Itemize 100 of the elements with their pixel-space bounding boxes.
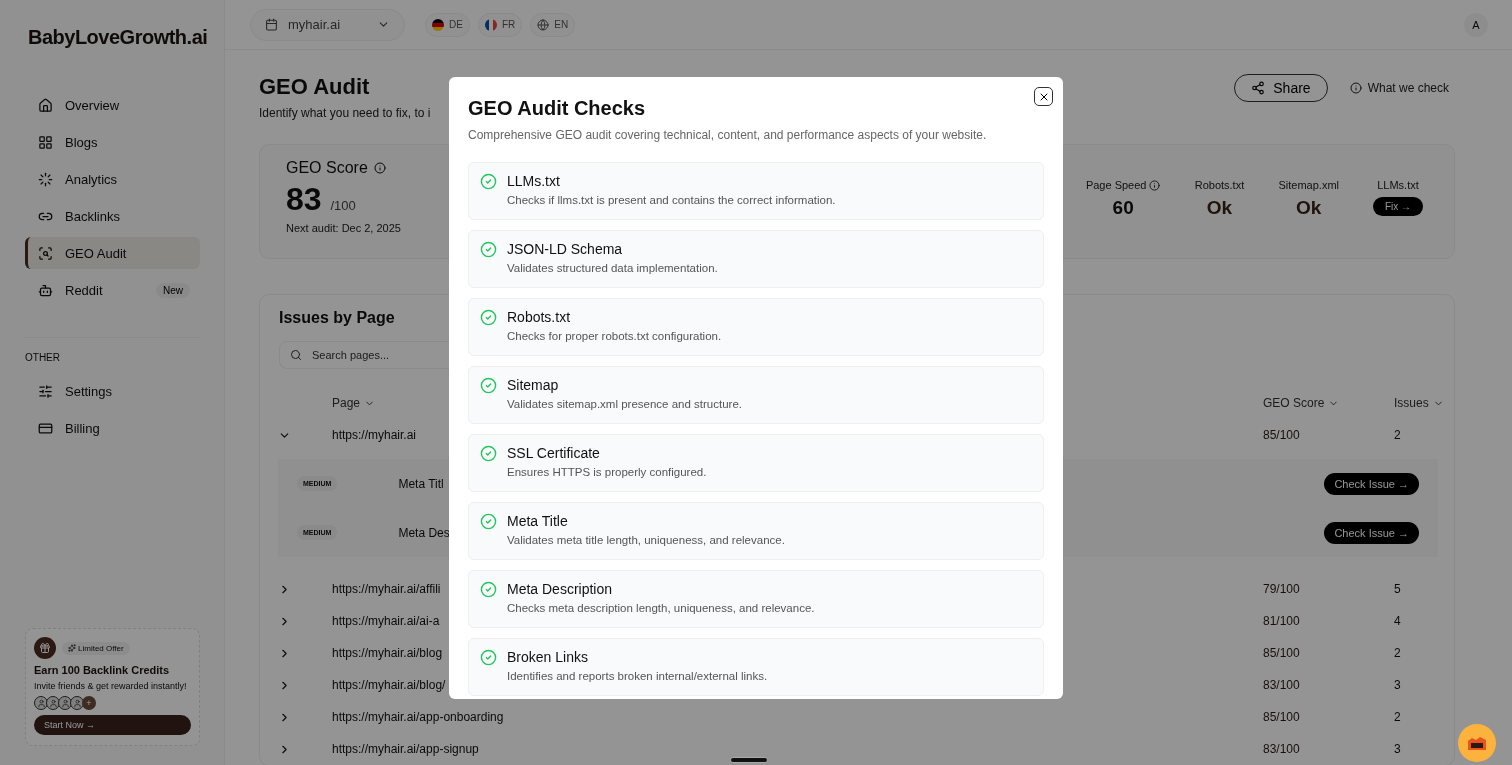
check-name: Meta Description — [507, 581, 614, 597]
sidebar-item[interactable]: Reddit New — [25, 274, 200, 306]
column-header[interactable]: Page — [332, 396, 361, 410]
dialog-title: GEO Audit Checks — [468, 97, 647, 120]
check-description: Checks if llms.txt is present and contains the correct information. — [507, 194, 836, 206]
check-description: Validates sitemap.xml presence and structure. — [507, 398, 742, 410]
check-name: Robots.txt — [507, 309, 572, 325]
metric-label: Page Speed — [1085, 179, 1147, 191]
issue-title: Meta Titl — [398, 476, 444, 491]
table-cell-text: 83/100 — [1263, 742, 1301, 756]
check-circle-icon — [480, 377, 497, 394]
start-now-button[interactable]: Start Now → — [34, 715, 191, 735]
share-button[interactable]: Share — [1234, 74, 1328, 102]
sidebar-item-label: Reddit — [65, 282, 103, 298]
sidebar-item-label: Settings — [65, 383, 112, 399]
sparkle-icon — [68, 644, 76, 652]
page-title: GEO Audit — [259, 74, 371, 100]
table-cell-text: 3 — [1394, 678, 1402, 692]
page-url: https://myhair.ai — [332, 428, 417, 442]
scroll-handle[interactable] — [730, 757, 768, 763]
page-url: https://myhair.ai/affili — [332, 582, 441, 596]
more-avatars: + — [82, 696, 96, 710]
ring-icon — [38, 171, 53, 187]
fix-button[interactable]: Fix → — [1372, 197, 1424, 216]
site-selector[interactable]: myhair.ai — [250, 8, 405, 41]
promo-title: Earn 100 Backlink Credits — [34, 664, 171, 676]
check-circle-icon — [480, 649, 497, 666]
sidebar-item-label: GEO Audit — [65, 245, 127, 261]
page-url: https://myhair.ai/app-signup — [332, 742, 479, 756]
what-we-check-button[interactable]: What we check — [1343, 80, 1455, 96]
check-issue-button[interactable]: Check Issue → — [1324, 472, 1419, 495]
score-label: GEO Score — [286, 159, 368, 177]
table-cell-text: 85/100 — [1263, 428, 1301, 442]
table-cell-text: 85/100 — [1263, 710, 1301, 724]
metric-label: LLMs.txt — [1377, 179, 1419, 191]
page-url: https://myhair.ai/blog — [332, 646, 443, 660]
avatar-icon — [58, 696, 72, 710]
table-cell-text: 83/100 — [1263, 678, 1301, 692]
info-icon — [1149, 179, 1161, 191]
sidebar-item[interactable]: Settings — [25, 375, 200, 407]
language-button[interactable]: EN — [530, 12, 576, 37]
check-circle-icon — [480, 581, 497, 598]
offer-tag-label: Limited Offer — [78, 643, 124, 653]
sidebar-item[interactable]: Billing — [25, 412, 200, 444]
issue-title: Meta Des — [398, 525, 450, 540]
page-url: https://myhair.ai/ai-a — [332, 614, 440, 628]
language-button[interactable]: DE — [425, 12, 470, 37]
bot-icon — [38, 282, 53, 298]
sidebar-item[interactable]: Analytics — [25, 163, 200, 195]
page-subtitle: Identify what you need to fix, to i — [259, 106, 431, 120]
avatar-icon — [34, 696, 48, 710]
sidebar-item-label: Billing — [65, 420, 100, 436]
close-button[interactable] — [1034, 87, 1053, 106]
check-description: Checks meta description length, uniqueness, and relevance. — [507, 602, 815, 614]
score-value: 83 /100 — [286, 181, 357, 218]
check-circle-icon — [480, 241, 497, 258]
sidebar-item[interactable]: Backlinks — [25, 200, 200, 232]
promo-text: Invite friends & get rewarded instantly! — [34, 681, 188, 691]
check-circle-icon — [480, 309, 497, 326]
page-url: https://myhair.ai/app-onboarding — [332, 710, 504, 724]
chat-logo-icon — [1468, 736, 1486, 750]
avatar-icon — [46, 696, 60, 710]
check-circle-icon — [480, 513, 497, 530]
flag-icon — [432, 18, 444, 31]
grid-icon — [38, 134, 53, 150]
dialog-description: Comprehensive GEO audit covering technical, content, and performance aspects of your website. — [468, 128, 988, 142]
table-cell-text: 3 — [1394, 742, 1402, 756]
card-icon — [38, 420, 53, 436]
sidebar-item-label: Backlinks — [65, 208, 120, 224]
page-url: https://myhair.ai/blog/ — [332, 678, 446, 692]
share-icon — [1251, 81, 1266, 95]
table-cell-text: 79/100 — [1263, 582, 1301, 596]
check-circle-icon — [480, 445, 497, 462]
sidebar-item-label: Overview — [65, 97, 120, 113]
metric-value: Ok — [1206, 197, 1233, 219]
language-button[interactable]: FR — [477, 12, 523, 37]
check-name: SSL Certificate — [507, 445, 601, 461]
sidebar-item[interactable]: Overview — [25, 89, 200, 121]
sidebar-item-label: Analytics — [65, 171, 118, 187]
check-name: Meta Title — [507, 513, 569, 529]
table-cell-text: 5 — [1394, 582, 1402, 596]
sidebar-item-label: Blogs — [65, 134, 98, 150]
sidebar-item[interactable]: Blogs — [25, 126, 200, 158]
user-avatar[interactable]: A — [1464, 12, 1488, 37]
chat-button[interactable] — [1458, 724, 1496, 762]
logo-text: BabyLoveGrowth.ai — [28, 26, 208, 49]
table-cell-text: 4 — [1394, 614, 1402, 628]
check-issue-button[interactable]: Check Issue → — [1324, 521, 1419, 544]
table-cell-text: 2 — [1394, 646, 1402, 660]
new-badge: New — [156, 282, 190, 298]
globe-icon — [537, 18, 550, 31]
section-title: Issues by Page — [279, 309, 395, 327]
metric-label: Robots.txt — [1194, 179, 1245, 191]
table-cell-text: 81/100 — [1263, 614, 1301, 628]
sidebar-item[interactable]: GEO Audit — [25, 237, 200, 269]
column-header[interactable]: Issues — [1394, 396, 1429, 410]
metric-label: Sitemap.xml — [1278, 179, 1339, 191]
column-header[interactable]: GEO Score — [1263, 396, 1325, 410]
flag-icon — [484, 18, 497, 31]
check-description: Checks for proper robots.txt configuration. — [507, 330, 722, 342]
